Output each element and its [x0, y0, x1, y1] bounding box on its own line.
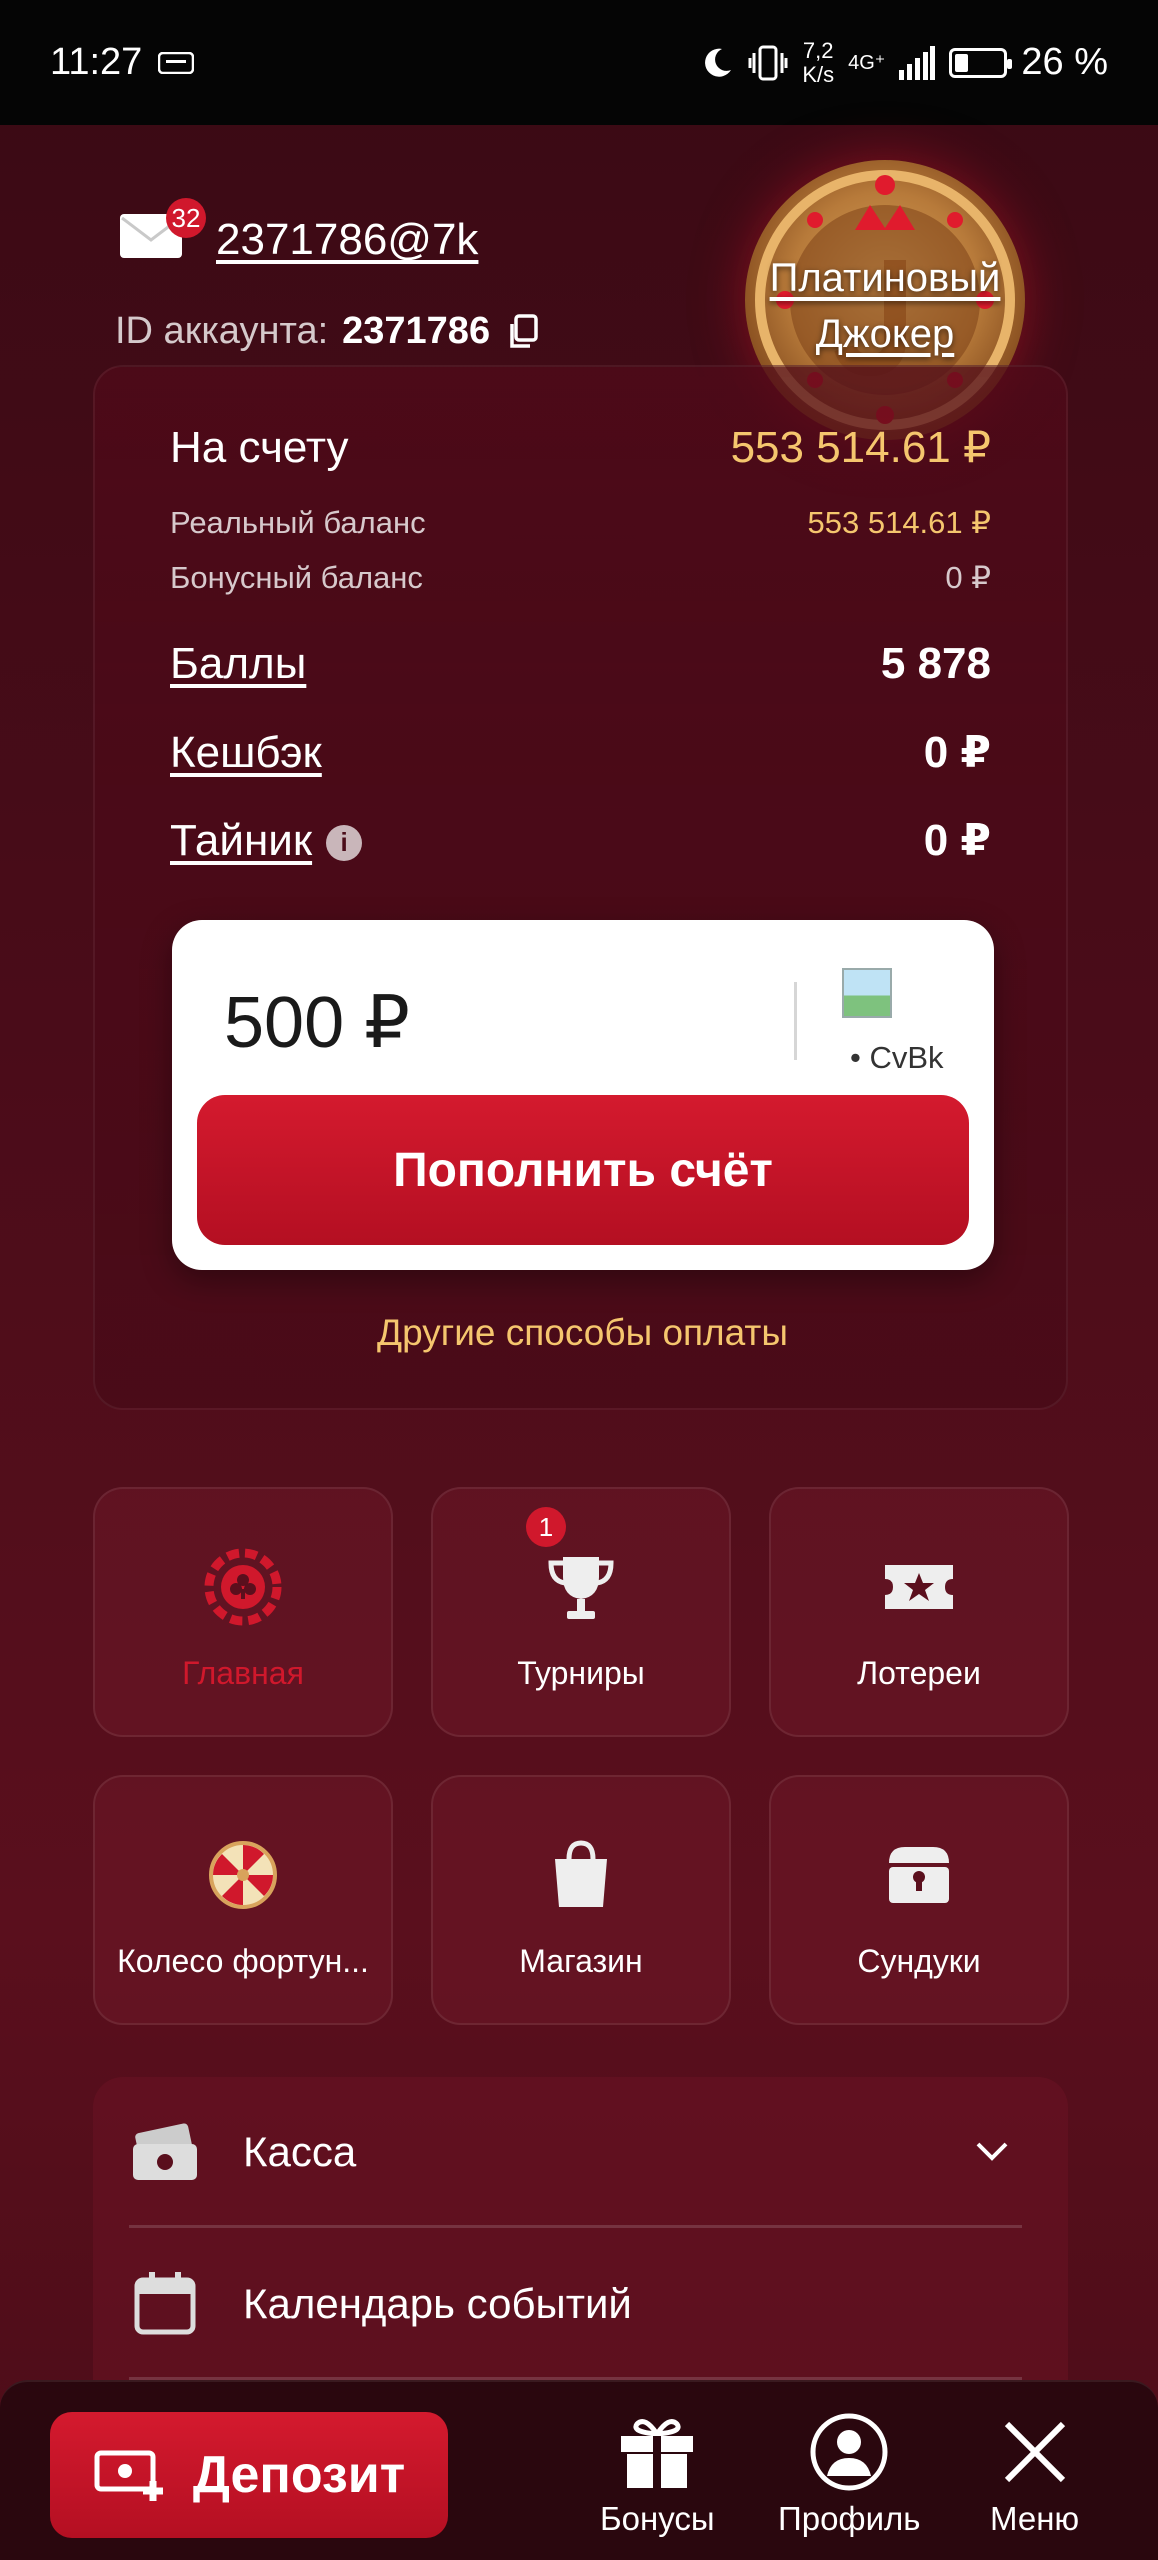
tile-chests[interactable]: Сундуки	[769, 1775, 1069, 2025]
bottom-navigation: Депозит Бонусы Профиль Меню	[0, 2380, 1158, 2560]
mail-count-badge: 32	[166, 198, 206, 238]
total-balance-row: На счету 553 514.61 ₽	[170, 422, 991, 473]
mail-button[interactable]: 32	[118, 198, 206, 268]
tile-home[interactable]: Главная	[93, 1487, 393, 1737]
divider	[794, 982, 797, 1060]
info-icon[interactable]: i	[326, 824, 363, 861]
quick-deposit-form: 500 ₽ • CvBk Пополнить счёт	[172, 920, 994, 1270]
tile-label: Главная	[182, 1655, 304, 1691]
nav-profile-label: Профиль	[778, 2500, 921, 2537]
moon-icon	[705, 48, 732, 77]
secret-link[interactable]: Тайник	[170, 816, 312, 865]
battery-percent: 26 %	[1021, 41, 1108, 83]
list-divider	[129, 2225, 1022, 2228]
bonus-balance-value: 0 ₽	[945, 560, 991, 595]
real-balance-label: Реальный баланс	[170, 505, 426, 540]
deposit-button[interactable]: Депозит	[50, 2412, 448, 2538]
tournaments-badge: 1	[526, 1507, 566, 1547]
payment-method-label[interactable]: • CvBk	[850, 1040, 944, 1076]
secret-row: Тайник i 0 ₽	[170, 815, 991, 866]
nav-profile[interactable]: Профиль	[778, 2412, 920, 2538]
nav-menu[interactable]: Меню	[990, 2412, 1079, 2538]
tile-label: Лотереи	[857, 1655, 981, 1691]
status-time: 11:27	[50, 41, 143, 83]
deposit-amount-input[interactable]: 500 ₽	[224, 980, 410, 1064]
gift-icon	[621, 2419, 694, 2488]
account-id: ID аккаунта: 2371786	[115, 310, 544, 353]
deposit-label: Депозит	[192, 2446, 406, 2504]
nav-menu-label: Меню	[990, 2500, 1080, 2537]
other-payment-methods-link[interactable]: Другие способы оплаты	[95, 1312, 1070, 1354]
account-id-value: 2371786	[342, 310, 491, 352]
cashback-link[interactable]: Кешбэк	[170, 728, 322, 778]
chevron-down-icon[interactable]	[972, 2132, 1012, 2172]
net-speed: 7,2 K/s	[802, 37, 835, 87]
tile-fortune-wheel[interactable]: Колесо фортун...	[93, 1775, 393, 2025]
tile-label: Колесо фортун...	[117, 1943, 369, 1979]
calendar-icon	[134, 2272, 196, 2335]
vibrate-icon	[748, 45, 788, 80]
shopping-bag-icon	[555, 1840, 607, 1907]
deposit-money-icon	[94, 2450, 163, 2501]
total-balance-label: На счету	[170, 422, 349, 472]
points-row: Баллы 5 878	[170, 639, 991, 689]
secret-value: 0 ₽	[923, 816, 991, 865]
trophy-icon	[548, 1557, 614, 1619]
points-link[interactable]: Баллы	[170, 639, 306, 689]
keyboard-icon	[158, 51, 195, 74]
real-balance-value: 553 514.61 ₽	[807, 505, 992, 540]
signal-icon	[899, 45, 936, 80]
list-item-label: Касса	[243, 2128, 357, 2175]
cashback-row: Кешбэк 0 ₽	[170, 727, 991, 778]
bonus-balance-label: Бонусный баланс	[170, 560, 423, 595]
tile-label: Турниры	[517, 1655, 645, 1691]
balance-card: На счету 553 514.61 ₽ Реальный баланс 55…	[93, 365, 1068, 1410]
top-up-button[interactable]: Пополнить счёт	[197, 1095, 969, 1245]
network-type: 4G⁺	[848, 51, 886, 74]
account-id-label: ID аккаунта:	[115, 310, 329, 352]
bonus-balance-row: Бонусный баланс 0 ₽	[170, 560, 991, 596]
copy-icon[interactable]	[504, 312, 544, 352]
ticket-icon	[885, 1565, 953, 1609]
status-bar: 11:27 7,2 K/s 4G⁺ 26 %	[0, 0, 1158, 125]
tile-lotteries[interactable]: Лотереи	[769, 1487, 1069, 1737]
total-balance-value: 553 514.61 ₽	[730, 423, 991, 472]
vip-level-name[interactable]: Платиновый Джокер	[735, 250, 1035, 362]
nav-bonuses[interactable]: Бонусы	[600, 2412, 715, 2538]
tile-tournaments[interactable]: 1 Турниры	[431, 1487, 731, 1737]
payment-method-image-icon[interactable]	[842, 968, 892, 1018]
tile-shop[interactable]: Магазин	[431, 1775, 731, 2025]
list-item-label: Календарь событий	[243, 2280, 632, 2327]
points-value: 5 878	[880, 639, 991, 688]
cash-icon	[133, 2123, 197, 2180]
profile-icon	[810, 2413, 888, 2491]
real-balance-row: Реальный баланс 553 514.61 ₽	[170, 505, 991, 541]
list-item-events-calendar[interactable]: Календарь событий	[129, 2229, 1032, 2379]
fortune-wheel-icon	[209, 1841, 277, 1909]
tile-label: Магазин	[519, 1943, 643, 1979]
list-item-cashier[interactable]: Касса	[129, 2077, 1032, 2227]
cashback-value: 0 ₽	[923, 728, 991, 777]
battery-icon	[949, 47, 1013, 78]
tile-label: Сундуки	[857, 1943, 981, 1979]
close-icon	[1004, 2421, 1065, 2483]
nav-bonuses-label: Бонусы	[600, 2500, 715, 2537]
chest-icon	[889, 1847, 949, 1903]
user-login-link[interactable]: 2371786@7k	[216, 215, 478, 265]
casino-chip-icon	[204, 1548, 282, 1626]
